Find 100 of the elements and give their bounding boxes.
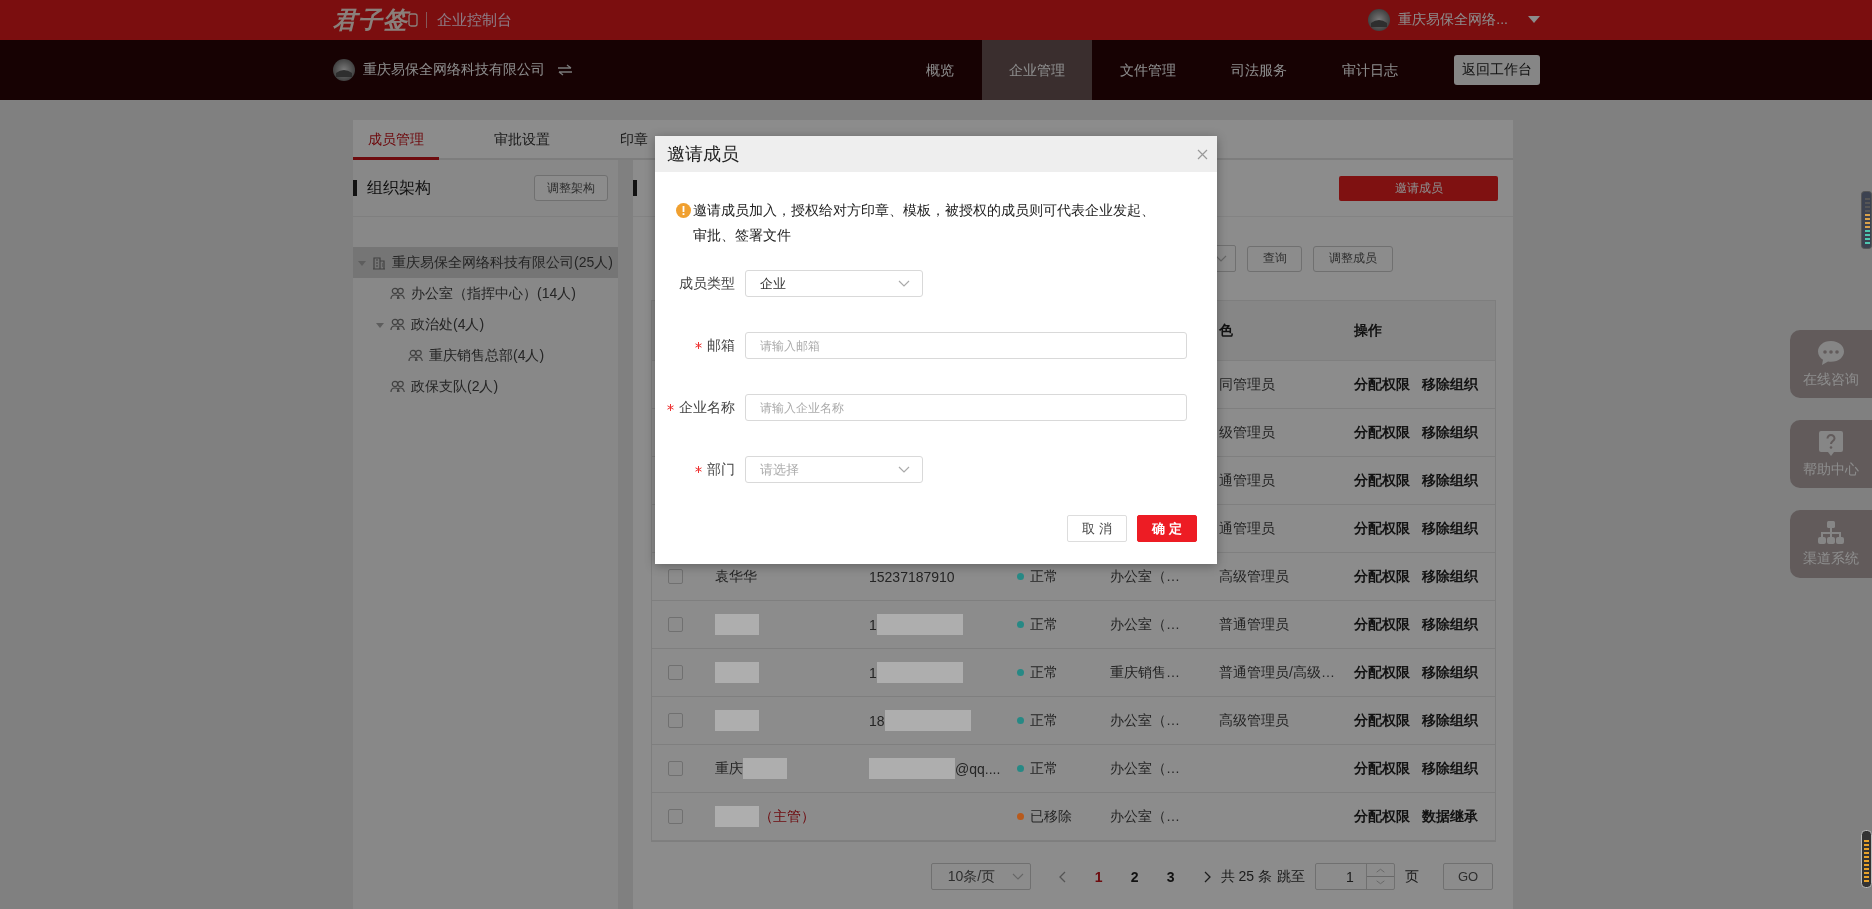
invite-member-button[interactable]: 邀请成员	[1339, 175, 1498, 201]
department-text: 办公室（…	[1110, 615, 1180, 634]
field-label: 企业名称	[679, 398, 735, 417]
avatar-icon	[333, 59, 355, 81]
chat-icon	[1816, 339, 1846, 367]
action-link[interactable]: 移除组织	[1422, 567, 1478, 586]
action-link[interactable]: 分配权限	[1354, 567, 1410, 586]
tab[interactable]: 审批设置	[479, 120, 565, 160]
action-link[interactable]: 移除组织	[1422, 375, 1478, 394]
role-text: 通管理员	[1219, 519, 1275, 538]
expand-toggle-icon[interactable]	[358, 258, 366, 267]
building-icon	[372, 255, 386, 270]
caret-down-icon[interactable]	[1528, 16, 1540, 24]
action-link[interactable]: 分配权限	[1354, 615, 1410, 634]
role-text: 通管理员	[1219, 471, 1275, 490]
role-text: 普通管理员/高级…	[1219, 663, 1335, 682]
row-checkbox[interactable]	[668, 809, 683, 824]
action-link[interactable]: 分配权限	[1354, 423, 1410, 442]
action-link[interactable]: 分配权限	[1354, 663, 1410, 682]
phone-number: 18	[869, 712, 885, 729]
chevron-down-icon	[1011, 872, 1024, 881]
dialog-title: 邀请成员	[667, 143, 739, 166]
status-text: 正常	[1030, 663, 1058, 682]
column-header: 色	[1219, 321, 1233, 340]
phone-number: 1	[869, 616, 877, 633]
people-icon	[390, 318, 405, 331]
tree-item[interactable]: 办公室（指挥中心）(14人)	[353, 278, 618, 309]
redaction-block	[715, 806, 759, 827]
chevron-down-icon	[898, 279, 910, 288]
select-field[interactable]: 企业	[745, 270, 923, 297]
meter-widget-icon	[1861, 191, 1872, 249]
status-text: 正常	[1030, 615, 1058, 634]
status-text: 已移除	[1030, 807, 1072, 826]
close-icon[interactable]	[1197, 148, 1208, 160]
go-button[interactable]: GO	[1443, 863, 1493, 890]
row-checkbox[interactable]	[668, 761, 683, 776]
tree-item[interactable]: 政保支队(2人)	[353, 371, 618, 402]
action-link[interactable]: 数据继承	[1422, 807, 1478, 826]
nav-item[interactable]: 企业管理	[982, 40, 1092, 100]
people-icon	[390, 287, 405, 300]
input-field[interactable]: 请输入企业名称	[745, 394, 1187, 421]
redaction-block	[715, 614, 759, 635]
input-field[interactable]: 请输入邮箱	[745, 332, 1187, 359]
panel-title: 组织架构	[367, 177, 432, 198]
department-text: 办公室（…	[1110, 567, 1180, 586]
chevron-down-icon	[898, 465, 910, 474]
confirm-button[interactable]: 确 定	[1137, 515, 1197, 542]
expand-toggle-icon[interactable]	[376, 320, 384, 329]
nav-item[interactable]: 文件管理	[1093, 40, 1203, 100]
nav-item[interactable]: 审计日志	[1315, 40, 1425, 100]
row-checkbox[interactable]	[668, 617, 683, 632]
tree-item[interactable]: 重庆易保全网络科技有限公司(25人)	[353, 247, 618, 278]
action-link[interactable]: 分配权限	[1354, 807, 1410, 826]
action-link[interactable]: 移除组织	[1422, 615, 1478, 634]
action-link[interactable]: 移除组织	[1422, 423, 1478, 442]
phone-number: 1	[869, 664, 877, 681]
department-text: 办公室（…	[1110, 711, 1180, 730]
action-link[interactable]: 移除组织	[1422, 711, 1478, 730]
account-name[interactable]: 重庆易保全网络...	[1398, 11, 1508, 29]
query-button[interactable]: 查询	[1247, 245, 1302, 272]
page-size-select[interactable]: 10条/页	[930, 863, 1031, 890]
spinner-icon[interactable]	[1366, 864, 1394, 889]
phone-number: @qq....	[955, 760, 1001, 777]
department-text: 办公室（…	[1110, 807, 1180, 826]
adjust-members-button[interactable]: 调整成员	[1313, 245, 1393, 272]
nav-item[interactable]: 司法服务	[1204, 40, 1314, 100]
back-button[interactable]: 返回工作台	[1454, 55, 1540, 85]
action-link[interactable]: 分配权限	[1354, 519, 1410, 538]
action-link[interactable]: 移除组织	[1422, 663, 1478, 682]
action-link[interactable]: 移除组织	[1422, 471, 1478, 490]
action-link[interactable]: 分配权限	[1354, 759, 1410, 778]
member-name: 重庆	[715, 759, 743, 778]
action-link[interactable]: 移除组织	[1422, 519, 1478, 538]
action-link[interactable]: 分配权限	[1354, 711, 1410, 730]
action-link[interactable]: 分配权限	[1354, 471, 1410, 490]
swap-icon[interactable]	[557, 64, 573, 76]
previous-page-icon[interactable]	[1058, 870, 1067, 883]
row-checkbox[interactable]	[668, 569, 683, 584]
adjust-structure-button[interactable]: 调整架构	[534, 175, 608, 201]
tree-item[interactable]: 重庆销售总部(4人)	[353, 340, 618, 371]
tree-item[interactable]: 政治处(4人)	[353, 309, 618, 340]
status-text: 正常	[1030, 759, 1058, 778]
network-icon	[1817, 520, 1845, 546]
column-header: 操作	[1354, 321, 1382, 340]
page-input[interactable]: 1	[1315, 863, 1395, 890]
action-link[interactable]: 分配权限	[1354, 375, 1410, 394]
action-link[interactable]: 移除组织	[1422, 759, 1478, 778]
total-count: 共 25 条	[1220, 867, 1272, 886]
page-number[interactable]: 3	[1152, 868, 1189, 885]
notice-text: 邀请成员加入，授权给对方印章、模板，被授权的成员则可代表企业发起、审批、签署文件	[693, 201, 1156, 245]
cancel-button[interactable]: 取 消	[1067, 515, 1127, 542]
nav-item[interactable]: 概览	[899, 40, 981, 100]
role-text: 普通管理员	[1219, 615, 1289, 634]
page-number[interactable]: 1	[1080, 868, 1117, 885]
department-text: 办公室（…	[1110, 759, 1180, 778]
row-checkbox[interactable]	[668, 713, 683, 728]
next-page-icon[interactable]	[1202, 870, 1211, 883]
company-name: 重庆易保全网络科技有限公司	[363, 61, 545, 79]
row-checkbox[interactable]	[668, 665, 683, 680]
page-number[interactable]: 2	[1116, 868, 1153, 885]
